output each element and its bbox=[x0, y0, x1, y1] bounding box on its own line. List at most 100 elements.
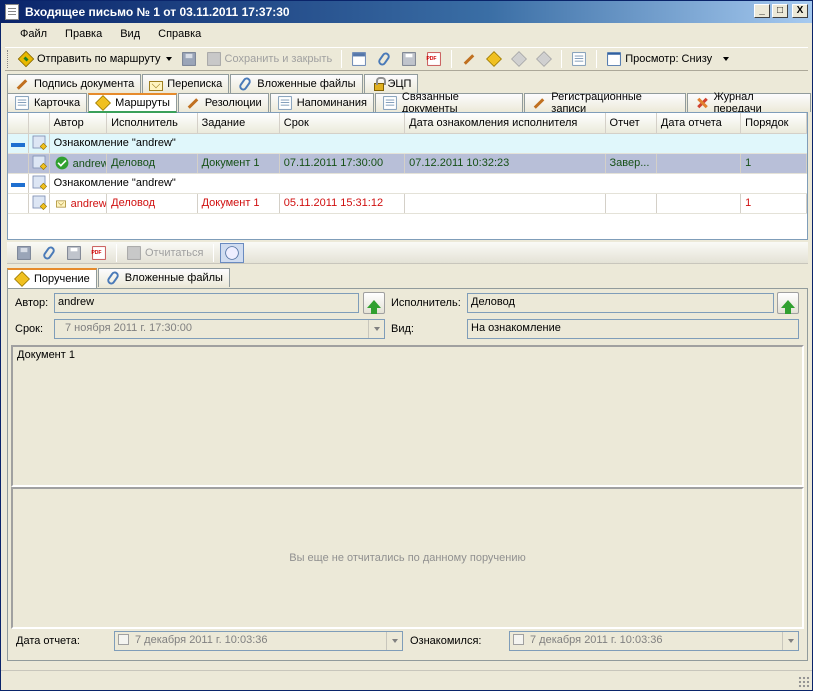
cell-report-date bbox=[656, 193, 742, 214]
close-button[interactable]: X bbox=[792, 4, 808, 18]
collapse-toggle[interactable] bbox=[8, 173, 30, 194]
attach-button[interactable] bbox=[373, 49, 395, 69]
cell-executor: Деловод bbox=[106, 153, 198, 174]
column-header-icon[interactable] bbox=[28, 113, 50, 134]
task-pdf-button[interactable] bbox=[88, 243, 110, 263]
pdf-icon bbox=[427, 52, 442, 66]
toolbar-separator bbox=[451, 50, 453, 68]
tab-reminders[interactable]: Напоминания bbox=[269, 93, 374, 112]
report-text-area[interactable]: Вы еще не отчитались по данному поручени… bbox=[11, 487, 804, 629]
route-back-button[interactable] bbox=[508, 49, 530, 69]
menu-view[interactable]: Вид bbox=[111, 26, 149, 42]
collapse-toggle[interactable] bbox=[8, 133, 30, 154]
tab-attached-files[interactable]: Вложенные файлы bbox=[230, 74, 363, 93]
tab-label: Карточка bbox=[34, 97, 81, 109]
collapse-icon[interactable] bbox=[11, 182, 26, 187]
row-icon-cell bbox=[28, 153, 50, 174]
send-route-button[interactable]: Отправить по маршруту bbox=[15, 49, 175, 69]
table-row[interactable]: andrew Деловод Документ 1 07.11.2011 17:… bbox=[8, 153, 807, 174]
collapse-icon[interactable] bbox=[11, 142, 26, 147]
empty-report-message: Вы еще не отчитались по данному поручени… bbox=[289, 552, 526, 564]
task-print-button[interactable] bbox=[63, 243, 85, 263]
tab-document-signature[interactable]: Подпись документа bbox=[7, 74, 142, 93]
properties-button[interactable] bbox=[568, 49, 590, 69]
save-icon bbox=[181, 52, 196, 66]
print-button[interactable] bbox=[398, 49, 420, 69]
column-header-report-date[interactable]: Дата отчета bbox=[656, 113, 742, 134]
chevron-down-icon[interactable] bbox=[723, 57, 730, 61]
toolbar-separator bbox=[561, 50, 563, 68]
menu-edit[interactable]: Правка bbox=[56, 26, 111, 42]
view-button[interactable]: Просмотр: Снизу bbox=[603, 49, 732, 69]
minimize-button[interactable]: _ bbox=[754, 4, 770, 18]
group-icon-cell bbox=[28, 133, 50, 154]
route-action-button[interactable] bbox=[483, 49, 505, 69]
column-header-executor[interactable]: Исполнитель bbox=[106, 113, 198, 134]
report-date-picker[interactable]: 7 декабря 2011 г. 10:03:36 bbox=[114, 631, 403, 651]
column-header-report[interactable]: Отчет bbox=[605, 113, 657, 134]
task-attach-button[interactable] bbox=[38, 243, 60, 263]
menu-bar: Файл Правка Вид Справка bbox=[1, 23, 812, 45]
report-date-checkbox[interactable] bbox=[118, 634, 129, 645]
report-date-dropdown-button[interactable] bbox=[386, 632, 402, 650]
cell-executor: Деловод bbox=[106, 193, 198, 214]
column-header-order[interactable]: Порядок bbox=[740, 113, 807, 134]
cell-author: andrew bbox=[49, 193, 108, 214]
column-header-deadline[interactable]: Срок bbox=[279, 113, 406, 134]
deadline-picker[interactable]: 7 ноября 2011 г. 17:30:00 bbox=[54, 319, 385, 339]
group-label: Ознакомление "andrew" bbox=[49, 133, 807, 154]
tab-routes[interactable]: Маршруты bbox=[88, 93, 177, 113]
check-icon bbox=[55, 156, 68, 170]
column-header-task[interactable]: Задание bbox=[197, 113, 280, 134]
toolbar-grip[interactable] bbox=[7, 50, 10, 68]
pdf-button[interactable] bbox=[423, 49, 445, 69]
executor-field[interactable]: Деловод bbox=[467, 293, 774, 313]
reminder-icon bbox=[277, 96, 292, 110]
chevron-down-icon[interactable] bbox=[165, 57, 172, 61]
cell-task: Документ 1 bbox=[197, 153, 280, 174]
maximize-button[interactable]: □ bbox=[772, 4, 788, 18]
kind-value: На ознакомление bbox=[471, 322, 561, 334]
tab-transfer-log[interactable]: Журнал передачи bbox=[686, 91, 811, 115]
kind-field[interactable]: На ознакомление bbox=[467, 319, 799, 339]
resize-grip-icon[interactable] bbox=[798, 676, 810, 688]
routes-grid[interactable]: Автор Исполнитель Задание Срок Дата озна… bbox=[7, 112, 808, 240]
tab-assignment[interactable]: Поручение bbox=[7, 268, 97, 288]
author-field[interactable]: andrew bbox=[54, 293, 359, 313]
cell-author: andrew bbox=[49, 153, 108, 174]
read-date-checkbox[interactable] bbox=[513, 634, 524, 645]
read-date-dropdown-button[interactable] bbox=[782, 632, 798, 650]
tab-registration-records[interactable]: Регистрационные записи bbox=[524, 91, 686, 115]
menu-file[interactable]: Файл bbox=[11, 26, 56, 42]
table-row[interactable]: andrew Деловод Документ 1 05.11.2011 15:… bbox=[8, 193, 807, 214]
read-date-picker[interactable]: 7 декабря 2011 г. 10:03:36 bbox=[509, 631, 799, 651]
report-button[interactable]: Отчитаться bbox=[123, 243, 207, 263]
column-header-expand[interactable] bbox=[8, 113, 30, 134]
tab-detail-attached-files[interactable]: Вложенные файлы bbox=[97, 268, 230, 287]
tab-label: ЭЦП bbox=[387, 78, 412, 90]
executor-select-button[interactable] bbox=[777, 292, 799, 314]
calendar-button[interactable] bbox=[348, 49, 370, 69]
assignment-text[interactable]: Документ 1 bbox=[11, 345, 804, 487]
column-header-read-date[interactable]: Дата ознакомления исполнителя bbox=[404, 113, 606, 134]
task-save-button[interactable] bbox=[13, 243, 35, 263]
tab-label: Поручение bbox=[34, 273, 90, 285]
tab-card[interactable]: Карточка bbox=[7, 93, 88, 112]
group-row[interactable]: Ознакомление "andrew" bbox=[8, 133, 807, 154]
sign-button[interactable] bbox=[458, 49, 480, 69]
save-close-button[interactable]: Сохранить и закрыть bbox=[203, 49, 336, 69]
tab-correspondence[interactable]: Переписка bbox=[142, 74, 230, 93]
tab-resolutions[interactable]: Резолюции bbox=[177, 93, 269, 112]
group-row[interactable]: Ознакомление "andrew" bbox=[8, 173, 807, 194]
menu-help[interactable]: Справка bbox=[149, 26, 210, 42]
save-button[interactable] bbox=[178, 49, 200, 69]
route-forward-button[interactable] bbox=[533, 49, 555, 69]
deadline-dropdown-button[interactable] bbox=[368, 320, 384, 338]
time-tracking-button[interactable] bbox=[219, 242, 244, 263]
paperclip-icon bbox=[105, 269, 121, 287]
deadline-value: 7 ноября 2011 г. 17:30:00 bbox=[65, 322, 192, 334]
main-toolbar: Отправить по маршруту Сохранить и закрыт… bbox=[5, 47, 808, 71]
tab-related-documents[interactable]: Связанные документы bbox=[374, 91, 524, 115]
author-select-button[interactable] bbox=[363, 292, 385, 314]
column-header-author[interactable]: Автор bbox=[49, 113, 108, 134]
